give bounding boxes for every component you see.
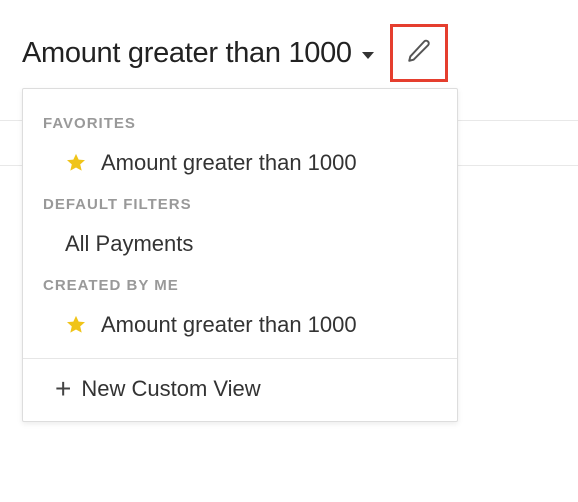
- new-custom-view-button[interactable]: + New Custom View: [23, 359, 457, 421]
- view-dropdown-panel: FAVORITES Amount greater than 1000 DEFAU…: [22, 88, 458, 422]
- section-favorites-header: FAVORITES: [23, 109, 457, 142]
- favorites-item[interactable]: Amount greater than 1000: [23, 142, 457, 190]
- view-header: Amount greater than 1000: [0, 0, 578, 100]
- favorites-item-label: Amount greater than 1000: [101, 150, 357, 176]
- caret-down-icon: [362, 52, 374, 59]
- star-icon: [65, 314, 87, 336]
- star-icon: [65, 152, 87, 174]
- edit-view-button[interactable]: [390, 24, 448, 82]
- new-custom-view-label: New Custom View: [81, 376, 260, 402]
- created-by-me-item[interactable]: Amount greater than 1000: [23, 304, 457, 352]
- current-view-title: Amount greater than 1000: [22, 37, 352, 70]
- pencil-icon: [406, 38, 432, 69]
- section-default-filters-header: DEFAULT FILTERS: [23, 190, 457, 223]
- plus-icon: +: [55, 375, 71, 403]
- default-filters-item[interactable]: All Payments: [23, 223, 457, 271]
- section-created-by-me-header: CREATED BY ME: [23, 271, 457, 304]
- view-dropdown-trigger[interactable]: Amount greater than 1000: [22, 37, 374, 70]
- created-by-me-item-label: Amount greater than 1000: [101, 312, 357, 338]
- default-filters-item-label: All Payments: [65, 231, 193, 257]
